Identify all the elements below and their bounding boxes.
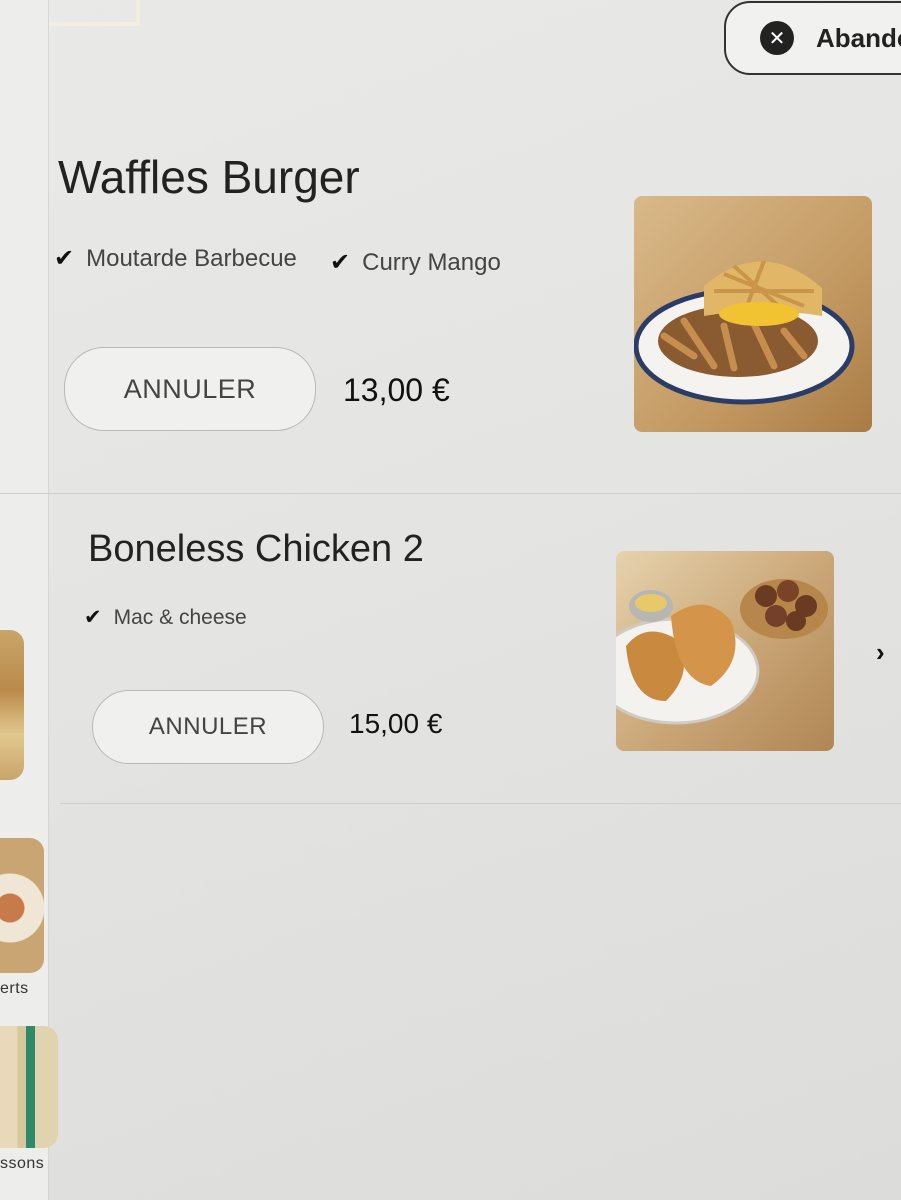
- category-thumb-drinks[interactable]: [0, 1026, 58, 1148]
- check-icon: ✔: [330, 249, 351, 276]
- close-icon: ✕: [760, 21, 794, 55]
- item-option: ✔ Mac & cheese: [84, 605, 247, 630]
- category-label-drinks[interactable]: ssons: [0, 1155, 44, 1173]
- check-icon: ✔: [84, 606, 102, 629]
- cancel-item-button[interactable]: ANNULER: [92, 690, 324, 764]
- item-title: Boneless Chicken 2: [88, 528, 424, 570]
- abandon-order-label: Abando: [816, 22, 901, 53]
- category-thumb-burger[interactable]: [0, 630, 24, 780]
- boneless-chicken-illustration: [616, 579, 828, 725]
- item-option-label: Curry Mango: [362, 248, 501, 276]
- item-price: 13,00 €: [343, 372, 450, 408]
- chevron-right-icon[interactable]: ›: [876, 637, 885, 668]
- abandon-order-button[interactable]: ✕ Abando: [724, 1, 901, 75]
- item-title: Waffles Burger: [58, 151, 360, 203]
- waffles-burger-photo: [634, 196, 872, 432]
- category-label-desserts[interactable]: erts: [0, 980, 29, 998]
- cancel-item-button[interactable]: ANNULER: [64, 347, 316, 431]
- category-sidebar: erts ssons: [0, 0, 58, 1200]
- item-divider: [0, 493, 901, 494]
- check-icon: ✔: [54, 245, 75, 272]
- item-option: ✔ Curry Mango: [330, 248, 501, 277]
- boneless-chicken-photo: [616, 551, 834, 751]
- item-divider: [60, 803, 901, 804]
- item-option-label: Mac & cheese: [113, 605, 247, 629]
- item-price: 15,00 €: [349, 708, 443, 739]
- item-option: ✔ Moutarde Barbecue: [54, 244, 297, 273]
- item-option-label: Moutarde Barbecue: [86, 244, 297, 272]
- waffles-burger-illustration: [634, 260, 855, 405]
- category-thumb-desserts[interactable]: [0, 838, 44, 973]
